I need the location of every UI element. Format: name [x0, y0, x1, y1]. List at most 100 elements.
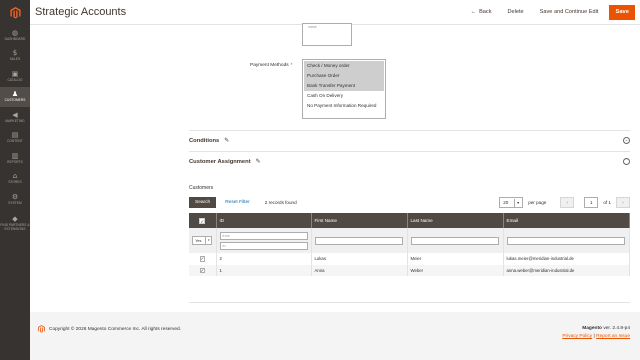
customer-assignment-section[interactable]: Customer Assignment ✎ ⌃	[189, 151, 630, 171]
pencil-icon: ✎	[255, 159, 261, 165]
payment-option[interactable]: Check / Money order	[304, 61, 384, 71]
privacy-policy-link[interactable]: Privacy Policy	[562, 334, 592, 339]
delete-button[interactable]: Delete	[508, 9, 524, 15]
sidebar-item-dashboard[interactable]: ◍ DASHBOARD	[0, 25, 30, 46]
customer-assignment-title: Customer Assignment	[189, 158, 251, 165]
filter-cell	[503, 228, 630, 253]
table-row[interactable]: ✓ 1 Anna Weber anna.weber@meridian-indus…	[189, 264, 630, 276]
page-actions: ← Back Delete Save and Continue Edit Sav…	[462, 0, 640, 25]
sidebar-item-customers[interactable]: ♟ CUSTOMERS	[0, 86, 30, 107]
column-header-last-name[interactable]: Last Name	[407, 213, 504, 228]
magento-logo-icon	[9, 6, 21, 19]
column-header-first-name[interactable]: First Name	[311, 213, 408, 228]
textarea-placeholder: name	[308, 25, 317, 29]
reset-filter-link[interactable]: Reset Filter	[225, 200, 250, 205]
dashboard-icon: ◍	[11, 28, 19, 37]
description-textarea[interactable]: name	[302, 23, 352, 46]
customers-grid: ✓ ID First Name Last Name Email Yes ▾ fr…	[189, 213, 630, 276]
sidebar-item-label: MARKETING	[5, 118, 25, 123]
sidebar-item-content[interactable]: ▤ CONTENT	[0, 128, 30, 149]
sidebar-item-label: REPORTS	[7, 159, 23, 164]
payment-methods-multiselect[interactable]: Check / Money order Purchase Order Bank …	[302, 59, 386, 119]
sidebar-item-label: CATALOG	[7, 77, 23, 82]
filter-cell	[407, 228, 504, 253]
in-group-filter-select[interactable]: Yes ▾	[192, 236, 213, 245]
cell-email: lukas.meier@meridian-industrial.de	[503, 253, 630, 265]
id-to-input[interactable]: to	[219, 241, 308, 250]
select-all-header[interactable]: ✓	[189, 213, 217, 228]
sidebar-item-reports[interactable]: ▥ REPORTS	[0, 148, 30, 169]
payment-option[interactable]: Bank Transfer Payment	[304, 81, 384, 91]
report-issue-link[interactable]: Report an Issue	[596, 334, 630, 339]
arrow-left-icon: ←	[470, 9, 477, 15]
sidebar-item-label: SALES	[9, 57, 21, 62]
sidebar-item-marketing[interactable]: ◀ MARKETING	[0, 107, 30, 128]
sidebar-item-label: FIND PARTNERS & EXTENSIONS	[0, 223, 30, 231]
customers-title: Customers	[189, 185, 214, 191]
id-from-input[interactable]: from	[219, 231, 308, 240]
required-asterisk: *	[290, 63, 293, 68]
back-button[interactable]: ← Back	[470, 9, 491, 15]
back-label: Back	[479, 9, 492, 15]
cell-last-name: Weber	[407, 264, 504, 276]
column-header-id[interactable]: ID	[216, 213, 312, 228]
page-input[interactable]: 1	[584, 196, 599, 208]
per-page-value: 20	[503, 199, 509, 205]
collapse-toggle-icon[interactable]: ⌃	[623, 158, 630, 165]
filter-cell: from to	[216, 228, 312, 253]
sidebar-item-label: CUSTOMERS	[4, 98, 26, 103]
sales-icon: $	[12, 49, 18, 58]
save-continue-button[interactable]: Save and Continue Edit	[540, 9, 599, 15]
page-total: of 1	[603, 199, 611, 205]
row-checkbox[interactable]: ✓	[199, 256, 205, 262]
magento-logo[interactable]	[0, 0, 30, 25]
sidebar-item-label: SYSTEM	[8, 200, 22, 205]
page-header: Strategic Accounts ← Back Delete Save an…	[30, 0, 640, 25]
email-filter-input[interactable]	[506, 236, 625, 245]
sidebar-item-label: STORES	[8, 180, 22, 185]
cell-id: 2	[216, 253, 312, 265]
admin-sidebar: ◍ DASHBOARD $ SALES ▣ CATALOG ♟ CUSTOMERS ◀ MARKE…	[0, 0, 30, 360]
copyright-text: Copyright © 2026 Magento Commerce Inc. A…	[49, 326, 182, 332]
sidebar-item-catalog[interactable]: ▣ CATALOG	[0, 66, 30, 87]
sidebar-item-stores[interactable]: ⌂ STORES	[0, 169, 30, 190]
save-button[interactable]: Save	[609, 4, 635, 20]
reports-icon: ▥	[11, 151, 19, 160]
row-checkbox[interactable]: ✓	[199, 267, 205, 273]
sidebar-item-find-partners-extensions[interactable]: ◆ FIND PARTNERS & EXTENSIONS	[0, 210, 30, 238]
main-content: name Payment Methods * Check / Money orde…	[30, 23, 640, 312]
table-row[interactable]: ✓ 2 Lukas Meier lukas.meier@meridian-ind…	[189, 253, 630, 265]
cell-first-name: Lukas	[311, 253, 408, 265]
conditions-section[interactable]: Conditions ✎ ⌄	[189, 130, 630, 150]
collapse-toggle-icon[interactable]: ⌄	[623, 137, 630, 144]
page-footer: Copyright © 2026 Magento Commerce Inc. A…	[30, 312, 640, 360]
marketing-icon: ◀	[12, 110, 18, 119]
pencil-icon: ✎	[224, 138, 230, 144]
next-page-button[interactable]: ›	[616, 196, 630, 208]
payment-option[interactable]: No Payment Information Required	[304, 101, 384, 111]
payment-option[interactable]: Purchase Order	[304, 71, 384, 81]
payment-option[interactable]: Cash On Delivery	[304, 91, 384, 101]
search-button[interactable]: Search	[189, 196, 217, 208]
chevron-right-icon: ›	[622, 199, 624, 206]
sidebar-item-label: CONTENT	[7, 139, 23, 144]
cell-email: anna.weber@meridian-industrial.de	[503, 264, 630, 276]
page-title: Strategic Accounts	[35, 6, 127, 18]
per-page-select[interactable]: 20 ▾	[499, 196, 524, 208]
chevron-down-icon: ▾	[205, 237, 211, 244]
brand-name: Magento	[582, 326, 602, 331]
extensions-icon: ◆	[12, 215, 18, 223]
per-page-label: per page	[528, 199, 547, 205]
column-header-email[interactable]: Email	[503, 213, 630, 228]
filter-cell: Yes ▾	[189, 228, 217, 253]
magento-footer-logo-icon	[38, 325, 45, 333]
system-icon: ⚙	[11, 192, 19, 201]
first-name-filter-input[interactable]	[314, 236, 403, 245]
select-all-checkbox[interactable]: ✓	[199, 217, 206, 224]
prev-page-button[interactable]: ‹	[560, 196, 575, 208]
sidebar-item-sales[interactable]: $ SALES	[0, 46, 30, 67]
sidebar-item-label: DASHBOARD	[4, 36, 26, 41]
conditions-title: Conditions	[189, 137, 220, 144]
sidebar-item-system[interactable]: ⚙ SYSTEM	[0, 189, 30, 210]
last-name-filter-input[interactable]	[410, 236, 499, 245]
